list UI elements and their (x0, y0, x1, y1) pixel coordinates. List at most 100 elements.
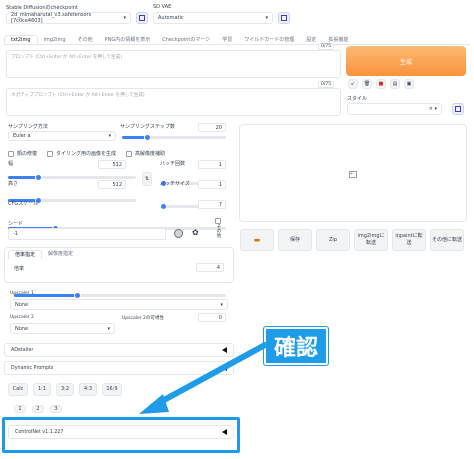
annotation-arrow-icon (139, 342, 268, 414)
tab-txt2img[interactable]: txt2img (4, 35, 38, 44)
annotation-label: 確認 (264, 327, 328, 365)
scale-label: 倍率 (14, 266, 25, 272)
scale-input[interactable]: 4 (196, 263, 224, 272)
ratio-16-9-button[interactable]: 16:9 (102, 383, 122, 396)
style-label: スタイル (347, 96, 368, 102)
page-dot[interactable]: 3 (50, 405, 62, 413)
width-input[interactable]: 512 (98, 160, 126, 169)
refresh-styles-button[interactable] (452, 103, 464, 115)
checkbox-face-restore[interactable]: 顔の修復 (8, 150, 37, 157)
tab-checkpoint-merge[interactable]: Checkpointのマージ (156, 36, 216, 43)
tab-extensions[interactable]: 拡張機能 (322, 36, 354, 43)
tab-wildcards[interactable]: ワイルドカードの管理 (238, 36, 300, 43)
chevron-down-icon: ▾ (107, 325, 110, 332)
checkbox-box[interactable] (8, 150, 14, 157)
zip-button[interactable]: Zip (316, 229, 350, 251)
checkbox-tiling[interactable]: タイリング用の画像を生成 (47, 150, 116, 157)
tab-scale-by[interactable]: 倍率指定 (8, 250, 43, 259)
generate-button[interactable]: 生成 (346, 46, 466, 76)
refresh-vae-button[interactable] (278, 12, 290, 24)
chevron-down-icon: ▾ (108, 133, 111, 139)
hires-tabs: 倍率指定 解像度指定 (8, 250, 79, 259)
controlnet-accordion[interactable]: ControlNet v1.1.227 (8, 425, 234, 439)
tab-png-info[interactable]: PNG内の情報を表示 (99, 36, 157, 43)
checkbox-box[interactable] (47, 150, 54, 157)
page-dots: 1 2 3 (14, 405, 62, 413)
width-fill (8, 176, 38, 179)
ratio-4-3-button[interactable]: 4:3 (79, 383, 97, 396)
batch-size-label: バッチサイズ (160, 181, 190, 187)
send-to-extras-button[interactable]: その他に転送 (430, 229, 464, 251)
recycle-icon[interactable]: ✿ (192, 229, 201, 238)
width-handle[interactable] (35, 174, 42, 181)
style-select[interactable]: × ▾ (347, 103, 442, 115)
height-input[interactable]: 512 (98, 180, 126, 189)
swap-dimensions-button[interactable]: ⇅ (142, 172, 152, 186)
batch-size-input[interactable]: 1 (198, 180, 226, 189)
clipboard-icon[interactable]: ▤ (390, 79, 400, 89)
upscaler2-value: None (15, 325, 29, 332)
arrow-icon[interactable]: ↙ (348, 79, 358, 89)
cfg-input[interactable]: 7 (198, 200, 226, 209)
trash-icon[interactable]: 🗑 (362, 79, 372, 89)
upscaler1-label: Upscaler 1 (10, 291, 34, 296)
height-label: 高さ (8, 181, 19, 187)
steps-slider[interactable] (122, 134, 226, 141)
tab-img2img[interactable]: img2img (38, 37, 72, 43)
extra-label: その他 (216, 224, 221, 238)
checkbox-box[interactable] (126, 150, 133, 157)
prompt-input[interactable]: プロンプト (Ctrl+Enter か Alt+Enter を押して生成) (6, 50, 341, 78)
calc-button[interactable]: Calc (8, 383, 28, 396)
upscaler2-visibility-label: Upscaler 2の可視性 (122, 316, 164, 321)
upscaler1-select[interactable]: None ▾ (10, 299, 228, 310)
steps-input[interactable]: 20 (198, 123, 226, 132)
scale-slider[interactable] (14, 292, 226, 299)
batch-size-handle[interactable] (160, 203, 167, 210)
ratio-1-1-button[interactable]: 1:1 (33, 383, 51, 396)
negative-prompt-input[interactable]: ネガティブプロンプト (Ctrl+Enter か Alt+Enter を押して生… (6, 88, 341, 116)
page-dot[interactable]: 2 (32, 405, 44, 413)
extra-checkbox[interactable]: その他 (215, 218, 224, 238)
checkpoint-label: Stable Diffusionのcheckpoint (6, 5, 78, 11)
checkpoint-value: 2d_mimaharutal_v3.safetensors [7c0ce4603… (11, 12, 92, 24)
chevron-down-icon: ▾ (220, 301, 223, 308)
seed-input[interactable]: -1 (8, 228, 166, 240)
checkbox-label: タイリング用の画像を生成 (56, 151, 117, 157)
chevron-down-icon: ▾ (265, 15, 268, 21)
aspect-ratio-buttons: Calc 1:1 3:2 4:3 16:9 (8, 383, 122, 396)
upscaler2-visibility-input[interactable]: 0 (198, 313, 226, 322)
tab-settings[interactable]: 設定 (300, 36, 322, 43)
tab-extras[interactable]: その他 (72, 36, 99, 43)
scale-handle[interactable] (74, 292, 81, 299)
tab-train[interactable]: 学習 (216, 36, 238, 43)
negative-token-counter: 0/75 (318, 81, 335, 88)
checkbox-hires-fix[interactable]: 高解像度補助 (126, 150, 165, 157)
vae-select[interactable]: Automatic ▾ (153, 12, 273, 24)
save-button[interactable]: 保存 (278, 229, 312, 251)
send-to-img2img-button[interactable]: img2imgに転送 (354, 229, 388, 251)
save-style-icon[interactable]: ▣ (404, 79, 414, 89)
dice-icon[interactable] (174, 229, 183, 238)
prompt-placeholder: プロンプト (Ctrl+Enter か Alt+Enter を押して生成) (11, 55, 123, 60)
red-card-icon[interactable]: ■ (376, 79, 386, 89)
sampler-select[interactable]: Euler a ▾ (8, 131, 116, 141)
refresh-checkpoint-button[interactable] (136, 12, 148, 24)
tab-resize-to[interactable]: 解像度指定 (42, 250, 79, 259)
page-dot[interactable]: 1 (14, 405, 26, 413)
adetailer-title: ADetailer (11, 347, 34, 353)
width-label: 幅 (8, 161, 14, 167)
checkpoint-select[interactable]: 2d_mimaharutal_v3.safetensors [7c0ce4603… (6, 12, 131, 24)
image-placeholder-icon (349, 171, 357, 178)
open-folder-button[interactable]: ▬ (240, 229, 274, 251)
send-to-inpaint-button[interactable]: inpaintに転送 (392, 229, 426, 251)
folder-icon: ▬ (253, 235, 261, 244)
batch-count-input[interactable]: 1 (198, 160, 226, 169)
ratio-3-2-button[interactable]: 3:2 (56, 383, 74, 396)
chevron-down-icon: ▾ (123, 15, 126, 21)
vae-value: Automatic (158, 15, 184, 21)
width-slider[interactable] (8, 174, 136, 181)
steps-handle[interactable] (144, 134, 151, 141)
upscaler2-select[interactable]: None ▾ (10, 323, 115, 334)
cfg-label: CFGスケール (8, 201, 39, 207)
output-gallery (239, 124, 467, 222)
